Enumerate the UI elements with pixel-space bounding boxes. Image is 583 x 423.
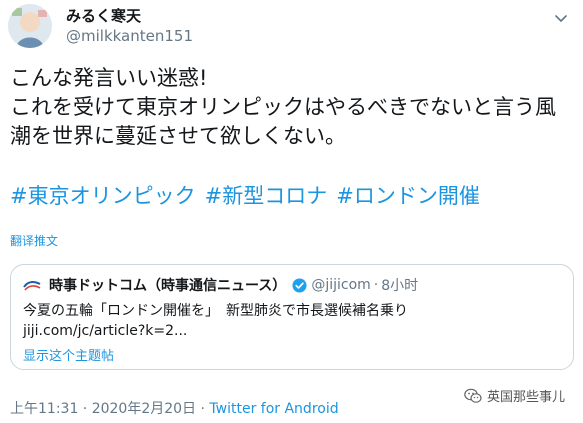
watermark-text: 英国那些事儿 [486, 390, 565, 405]
quoted-link[interactable]: jiji.com/jc/article?k=2... [23, 321, 561, 341]
quoted-tweet-text: 今夏の五輪「ロンドン開催を」 新型肺炎で市長選候補名乗り jiji.com/jc… [23, 301, 561, 341]
separator-dot: · [373, 277, 379, 293]
wechat-icon [464, 388, 482, 403]
display-name[interactable]: みるく寒天 [66, 7, 193, 25]
tweet-timestamp[interactable]: 上午11:31 · 2020年2月20日 · [10, 401, 209, 417]
user-handle[interactable]: @milkkanten151 [66, 27, 193, 45]
jiji-logo-icon [23, 281, 41, 291]
hashtag-link[interactable]: #東京オリンピック [10, 184, 196, 208]
quoted-timestamp[interactable]: 8小时 [381, 275, 418, 295]
client-link[interactable]: Twitter for Android [209, 401, 338, 417]
hashtag-link[interactable]: #ロンドン開催 [336, 184, 480, 208]
quoted-author-handle[interactable]: @jijicom [311, 277, 370, 293]
verified-badge-icon [292, 277, 307, 293]
tweet-screenshot: みるく寒天 @milkkanten151 こんな発言いい迷惑! これを受けて東京… [0, 0, 583, 423]
tweet-footer: 上午11:31 · 2020年2月20日 · Twitter for Andro… [10, 398, 339, 418]
watermark: 英国那些事儿 [459, 384, 569, 407]
avatar[interactable] [8, 4, 52, 48]
hashtag-link[interactable]: #新型コロナ [205, 184, 328, 208]
chevron-down-icon[interactable] [553, 10, 569, 26]
quoted-headline: 今夏の五輪「ロンドン開催を」 新型肺炎で市長選候補名乗り [23, 303, 408, 319]
quoted-tweet-header: 時事ドットコム（時事通信ニュース） @jijicom · 8小时 [23, 275, 561, 295]
quoted-author-name[interactable]: 時事ドットコム（時事通信ニュース） [49, 275, 286, 295]
show-thread-link[interactable]: 显示这个主题帖 [23, 345, 561, 364]
hashtag-list: #東京オリンピック #新型コロナ #ロンドン開催 [10, 184, 489, 208]
user-names: みるく寒天 @milkkanten151 [66, 7, 193, 45]
translate-tweet-link[interactable]: 翻译推文 [10, 232, 58, 249]
avatar-image [8, 4, 52, 48]
tweet-header: みるく寒天 @milkkanten151 [8, 4, 193, 48]
tweet-text: こんな発言いい迷惑! これを受けて東京オリンピックはやるべきでないと言う風潮を世… [10, 66, 556, 148]
quoted-tweet-card[interactable]: 時事ドットコム（時事通信ニュース） @jijicom · 8小时 今夏の五輪「ロ… [10, 264, 574, 370]
